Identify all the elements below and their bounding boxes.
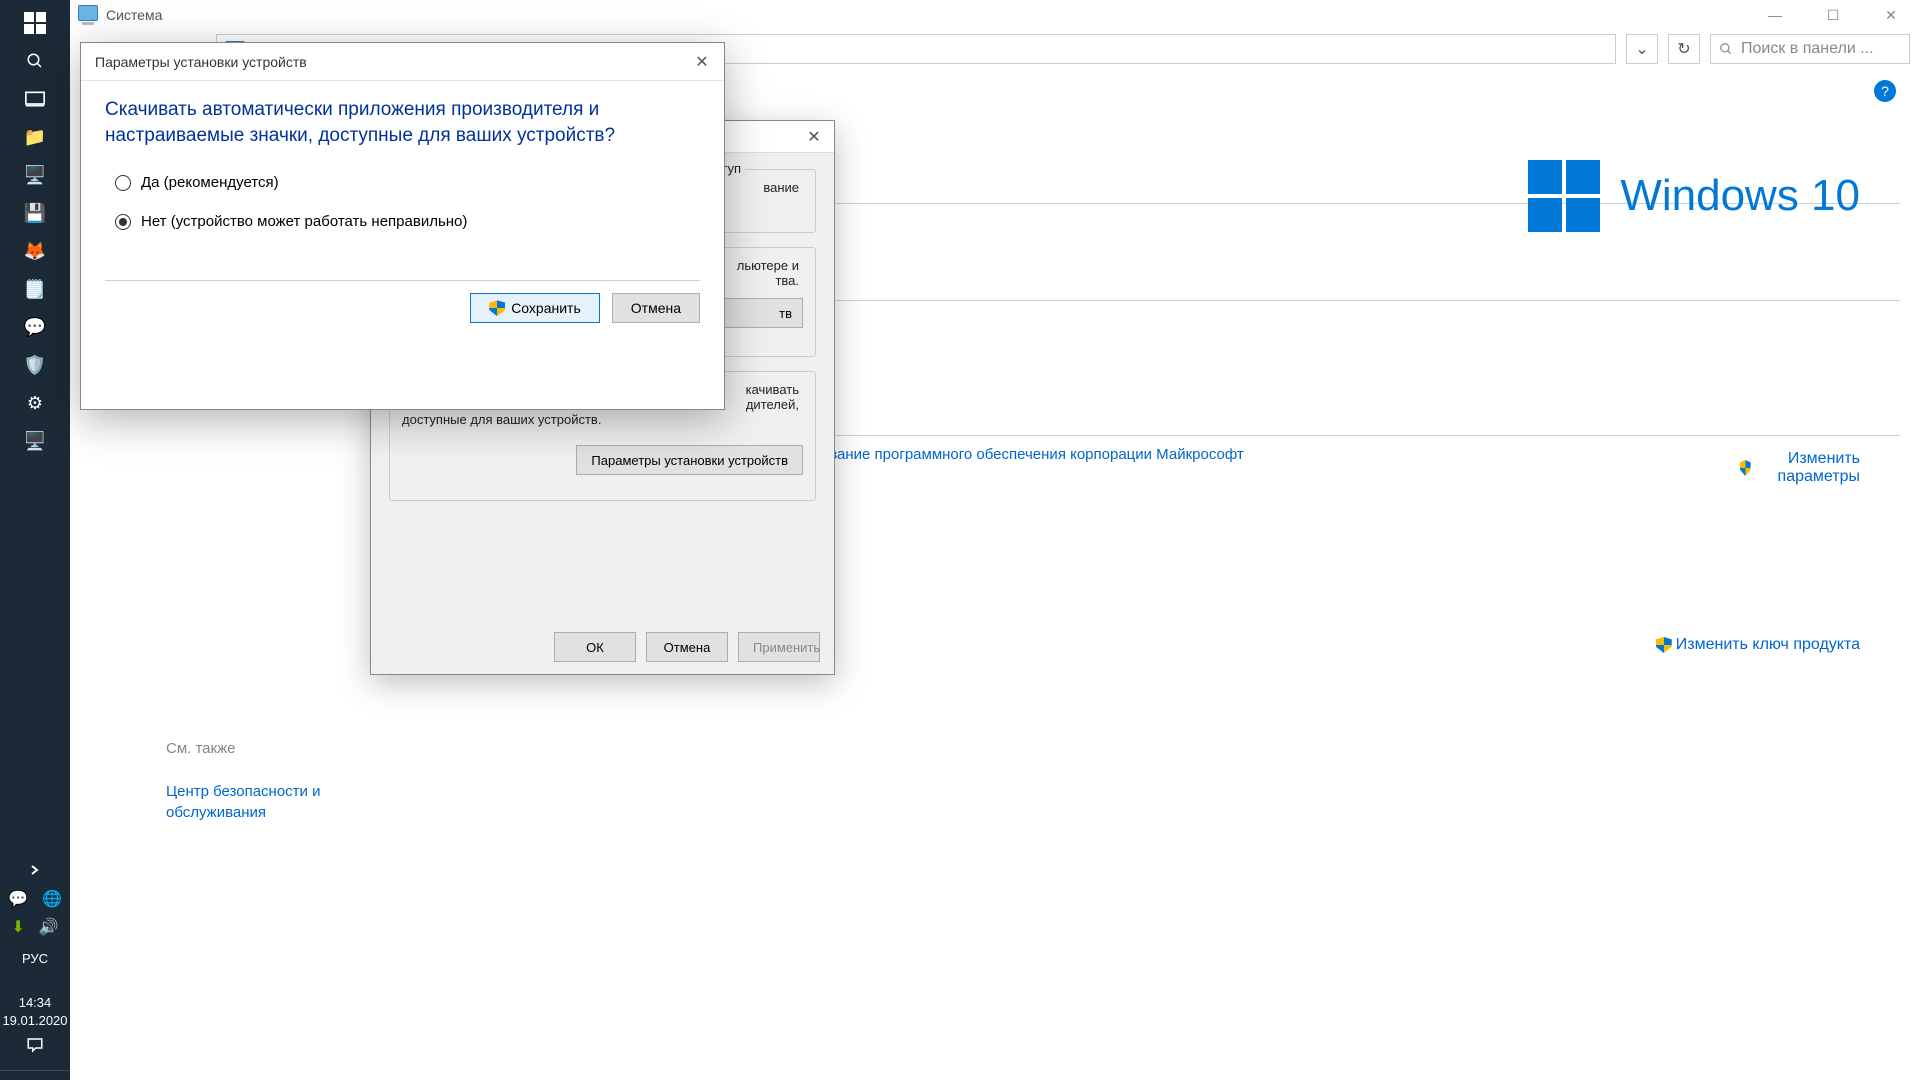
window-icon [78,5,98,25]
search-input[interactable]: Поиск в панели ... [1710,34,1910,64]
action-center-icon[interactable] [0,1030,70,1060]
dialog1-close-button[interactable]: ✕ [680,43,724,81]
taskbar-app-firefox[interactable]: 🦊 [0,232,70,270]
taskbar: 📁 🖥️ 💾 🦊 🗒️ 💬 🛡️ ⚙ 🖥️ 💬 🌐 ⬇ 🔊 РУС 14:34 … [0,0,70,1080]
minimize-button[interactable]: — [1746,0,1804,30]
option-yes-label: Да (рекомендуется) [141,174,279,191]
option-no-label: Нет (устройство может работать неправиль… [141,213,467,230]
clock-time: 14:34 [2,994,67,1012]
start-button[interactable] [0,4,70,42]
shield-icon [489,300,505,316]
tray-network-icon[interactable]: 🌐 [42,889,62,909]
option-no[interactable]: Нет (устройство может работать неправиль… [115,213,700,230]
system-tray: 💬 🌐 ⬇ 🔊 [0,883,70,943]
device-install-settings-button[interactable]: Параметры установки устройств [576,445,803,475]
tray-utorrent-icon[interactable]: ⬇ [11,917,24,937]
dialog2-cancel-button[interactable]: Отмена [646,632,728,662]
taskbar-clock[interactable]: 14:34 19.01.2020 [2,994,67,1030]
link-ms-license[interactable]: ользование программного обеспечения корп… [790,446,1244,463]
taskbar-overflow-icon[interactable] [0,857,70,883]
see-also-title: См. также [166,740,366,757]
device-install-settings-dialog: Параметры установки устройств ✕ Скачиват… [80,42,725,410]
windows-logo: Windows 10 [1528,160,1860,232]
shield-icon [1656,637,1672,653]
link-change-params[interactable]: Изменить параметры [1740,450,1860,486]
refresh-button[interactable]: ↻ [1668,34,1700,64]
taskbar-app-save[interactable]: 💾 [0,194,70,232]
group-install-text3: доступные для ваших устройств. [402,412,803,427]
radio-icon [115,175,131,191]
taskbar-app-security[interactable]: 🛡️ [0,346,70,384]
windows-logo-text: Windows 10 [1620,171,1860,221]
tray-volume-icon[interactable]: 🔊 [39,917,59,937]
maximize-button[interactable]: ☐ [1804,0,1862,30]
dialog2-ok-button[interactable]: ОК [554,632,636,662]
breadcrumb-dropdown-button[interactable]: ⌄ [1626,34,1658,64]
task-view-icon[interactable] [0,80,70,118]
link-change-product-key[interactable]: Изменить ключ продукта [1656,636,1860,658]
see-also-panel: См. также Центр безопасности и обслужива… [166,740,366,823]
radio-icon [115,214,131,230]
taskbar-app-notes[interactable]: 🗒️ [0,270,70,308]
option-yes[interactable]: Да (рекомендуется) [115,174,700,191]
dialog2-apply-button[interactable]: Применить [738,632,820,662]
show-desktop-button[interactable] [0,1070,70,1080]
tray-viber-icon[interactable]: 💬 [8,889,28,909]
taskbar-app-remote[interactable]: 🖥️ [0,156,70,194]
taskbar-app-viber[interactable]: 💬 [0,308,70,346]
dialog2-close-button[interactable]: ✕ [794,127,834,147]
language-indicator[interactable]: РУС [22,951,48,966]
dialog1-question: Скачивать автоматически приложения произ… [105,97,700,148]
taskbar-app-settings[interactable]: ⚙ [0,384,70,422]
taskbar-app-explorer[interactable]: 📁 [0,118,70,156]
help-icon[interactable]: ? [1874,80,1896,102]
save-button[interactable]: Сохранить [470,293,600,323]
close-button[interactable]: ✕ [1862,0,1920,30]
taskbar-app-control-panel[interactable]: 🖥️ [0,422,70,460]
dialog1-title: Параметры установки устройств [95,54,307,70]
see-also-link-security[interactable]: Центр безопасности и обслуживания [166,781,366,823]
search-icon[interactable] [0,42,70,80]
dialog1-titlebar: Параметры установки устройств ✕ [81,43,724,81]
search-placeholder: Поиск в панели ... [1741,40,1874,58]
window-title: Система [106,7,162,23]
cancel-button[interactable]: Отмена [612,293,700,323]
window-titlebar: Система — ☐ ✕ [70,0,1920,30]
clock-date: 19.01.2020 [2,1012,67,1030]
shield-icon [1740,460,1751,476]
